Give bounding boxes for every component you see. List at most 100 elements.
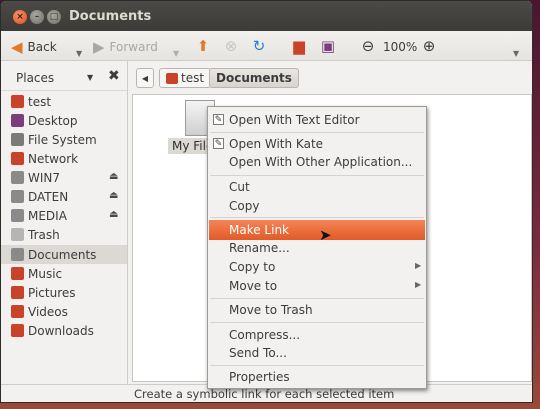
- places-header-label: Places: [16, 71, 55, 85]
- sidebar-item-documents[interactable]: Documents: [1, 245, 127, 264]
- chevron-right-icon: ▶: [415, 261, 422, 270]
- kate-icon: ✎: [213, 138, 224, 149]
- sidebar-item-label: Network: [28, 151, 79, 166]
- close-sidebar-icon[interactable]: ✖: [108, 68, 120, 84]
- downloads-folder-icon: [11, 324, 24, 337]
- videos-folder-icon: [11, 305, 24, 318]
- home-folder-icon: [11, 95, 24, 108]
- menu-divider: [210, 175, 424, 176]
- back-button[interactable]: ◀ Back: [11, 37, 57, 57]
- places-header: Places ▼ ✖: [1, 61, 127, 91]
- eject-icon[interactable]: ⏏: [109, 190, 118, 201]
- sidebar-item-label: Documents: [28, 247, 97, 262]
- drive-icon: [11, 209, 24, 222]
- minimize-button[interactable]: –: [30, 10, 44, 24]
- sidebar-item-videos[interactable]: Videos: [1, 302, 127, 321]
- network-icon: [11, 152, 24, 165]
- sidebar-item-network[interactable]: Network: [1, 149, 127, 168]
- menu-item-cut[interactable]: Cut: [209, 177, 425, 197]
- chevron-left-icon[interactable]: ◀: [136, 68, 154, 88]
- back-history-dropdown-icon[interactable]: ▼: [76, 43, 82, 63]
- zoom-out-icon[interactable]: ⊖: [358, 36, 378, 56]
- menu-item-label: Open With Kate: [229, 137, 324, 151]
- sidebar-item-media[interactable]: MEDIA ⏏: [1, 206, 127, 225]
- window-title: Documents: [69, 9, 152, 24]
- trash-icon: [11, 228, 24, 241]
- menu-divider: [210, 132, 424, 133]
- reload-icon[interactable]: ↻: [249, 36, 269, 56]
- sidebar-item-label: Desktop: [28, 113, 78, 128]
- menu-divider: [210, 365, 424, 366]
- menu-item-label: Move to Trash: [229, 303, 313, 317]
- documents-folder-icon: [11, 248, 24, 261]
- menu-divider: [210, 217, 424, 218]
- zoom-in-icon[interactable]: ⊕: [419, 36, 439, 56]
- sidebar-item-file-system[interactable]: File System: [1, 130, 127, 149]
- chevron-down-icon[interactable]: ▼: [87, 73, 93, 82]
- sidebar-item-label: DATEN: [28, 189, 69, 204]
- sidebar-item-label: Trash: [28, 227, 60, 242]
- drive-icon: [11, 190, 24, 203]
- sidebar-item-music[interactable]: Music: [1, 264, 127, 283]
- chevron-right-icon: ▶: [415, 280, 422, 289]
- title-bar: × – □ Documents: [1, 1, 532, 31]
- breadcrumb-documents[interactable]: Documents: [209, 68, 299, 88]
- view-options-dropdown-icon[interactable]: ▼: [513, 43, 519, 63]
- status-text: Create a symbolic link for each selected…: [134, 387, 395, 401]
- menu-item-copy-to[interactable]: Copy to ▶: [209, 257, 425, 277]
- menu-item-compress[interactable]: Compress...: [209, 325, 425, 345]
- forward-button[interactable]: ▶ Forward: [93, 37, 158, 57]
- toolbar: ◀ Back ▼ ▶ Forward ▼ ⬆ ⊗ ↻ ▆ ▣ ⊖ 100% ⊕ …: [1, 31, 532, 61]
- forward-label: Forward: [109, 40, 158, 54]
- eject-icon[interactable]: ⏏: [109, 171, 118, 182]
- menu-item-move-to[interactable]: Move to ▶: [209, 276, 425, 296]
- sidebar-item-downloads[interactable]: Downloads: [1, 321, 127, 340]
- sidebar-item-pictures[interactable]: Pictures: [1, 283, 127, 302]
- close-button[interactable]: ×: [13, 10, 27, 24]
- sidebar-item-test[interactable]: test: [1, 92, 127, 111]
- menu-item-rename[interactable]: Rename...: [209, 238, 425, 258]
- sidebar-item-daten[interactable]: DATEN ⏏: [1, 187, 127, 206]
- menu-item-copy[interactable]: Copy: [209, 196, 425, 216]
- sidebar-item-label: Downloads: [28, 323, 94, 338]
- menu-divider: [210, 322, 424, 323]
- menu-item-label: Open With Text Editor: [229, 113, 360, 127]
- menu-divider: [210, 298, 424, 299]
- menu-item-open-with-text-editor[interactable]: ✎ Open With Text Editor: [209, 110, 425, 130]
- back-arrow-icon: ◀: [11, 38, 23, 56]
- forward-history-dropdown-icon[interactable]: ▼: [173, 43, 179, 63]
- breadcrumb-test[interactable]: test: [159, 68, 212, 88]
- stop-icon[interactable]: ⊗: [221, 36, 241, 56]
- menu-item-properties[interactable]: Properties: [209, 367, 425, 387]
- sidebar-item-label: Music: [28, 266, 63, 281]
- menu-item-label: Make Link: [229, 223, 289, 237]
- pictures-folder-icon: [11, 286, 24, 299]
- menu-item-move-to-trash[interactable]: Move to Trash: [209, 300, 425, 320]
- places-sidebar: Places ▼ ✖ test Desktop File System Netw…: [1, 61, 128, 384]
- menu-item-open-with-kate[interactable]: ✎ Open With Kate: [209, 134, 425, 154]
- sidebar-item-desktop[interactable]: Desktop: [1, 111, 127, 130]
- maximize-button[interactable]: □: [47, 10, 61, 24]
- menu-item-label: Compress...: [229, 328, 301, 342]
- sidebar-item-label: File System: [28, 132, 97, 147]
- sidebar-item-label: WIN7: [28, 170, 61, 185]
- menu-item-open-with-other[interactable]: Open With Other Application...: [209, 152, 425, 172]
- sidebar-item-win7[interactable]: WIN7 ⏏: [1, 168, 127, 187]
- sidebar-item-label: Videos: [28, 304, 68, 319]
- menu-item-label: Rename...: [229, 241, 290, 255]
- home-folder-icon: [166, 72, 178, 84]
- mouse-pointer-icon: ➤: [319, 226, 332, 244]
- menu-item-label: Cut: [229, 180, 250, 194]
- menu-item-send-to[interactable]: Send To...: [209, 343, 425, 363]
- breadcrumb-label: test: [181, 71, 205, 85]
- computer-icon[interactable]: ▣: [318, 36, 338, 56]
- drive-icon: [11, 171, 24, 184]
- sidebar-statusbar: [1, 384, 129, 402]
- home-folder-icon[interactable]: ▆: [289, 36, 309, 56]
- sidebar-item-trash[interactable]: Trash: [1, 225, 127, 244]
- eject-icon[interactable]: ⏏: [109, 209, 118, 220]
- menu-item-make-link[interactable]: Make Link: [209, 220, 425, 240]
- sidebar-item-label: Pictures: [28, 285, 76, 300]
- up-arrow-icon[interactable]: ⬆: [193, 36, 213, 56]
- menu-item-label: Properties: [229, 370, 290, 384]
